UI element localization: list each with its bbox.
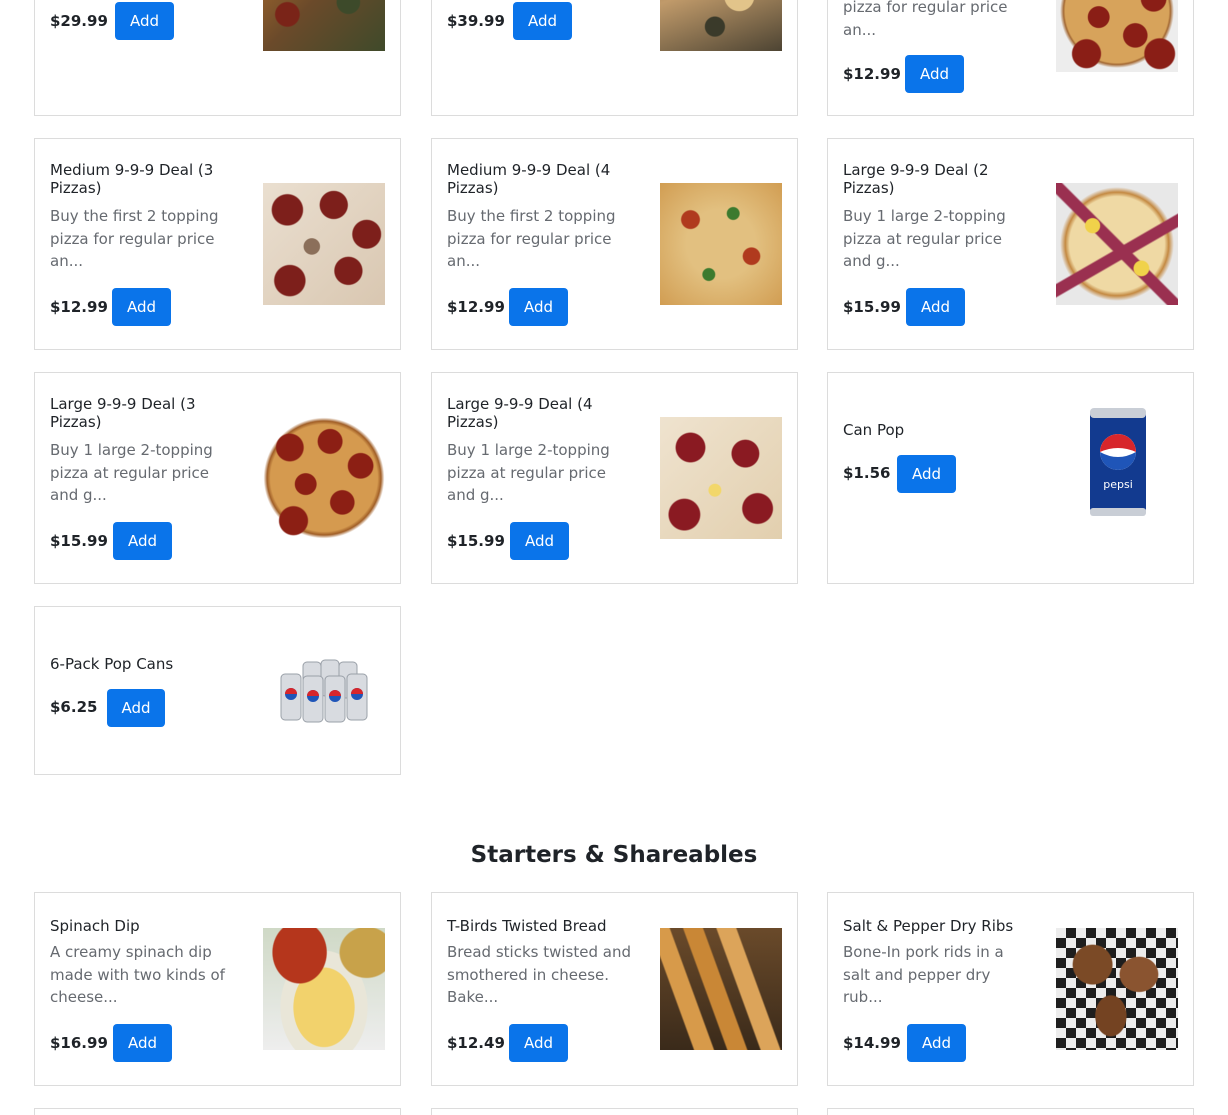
menu-item-card[interactable]: Spinach Dip A creamy spinach dip made wi… — [34, 892, 401, 1086]
add-button[interactable]: Add — [115, 2, 174, 40]
add-button[interactable]: Add — [509, 1024, 568, 1062]
item-name[interactable]: T-Birds Twisted Bread — [447, 917, 637, 935]
pizza-image[interactable] — [660, 0, 782, 51]
item-price: $16.99 — [50, 1034, 108, 1052]
menu-item-card[interactable]: Large 9-9-9 Deal (3 Pizzas) Buy 1 large … — [34, 372, 401, 584]
item-description: Buy 1 large 2-topping pizza at regular p… — [843, 207, 1006, 270]
item-description: Buy 1 large 2-topping pizza at regular p… — [447, 441, 610, 504]
item-description: pizza for regular price an... — [843, 0, 1008, 39]
item-description: Bread sticks twisted and smothered in ch… — [447, 943, 631, 1006]
item-name[interactable]: Medium 9-9-9 Deal (3 Pizzas) — [50, 161, 236, 197]
pepsi-six-pack-image[interactable] — [263, 634, 385, 756]
item-price: $12.99 — [843, 65, 901, 83]
item-name[interactable]: 6-Pack Pop Cans — [50, 655, 236, 673]
section-title: Starters & Shareables — [470, 842, 758, 868]
pepsi-can-image[interactable]: pepsi — [1056, 400, 1178, 522]
item-price: $39.99 — [447, 12, 505, 30]
add-button[interactable]: Add — [906, 288, 965, 326]
item-price: $15.99 — [50, 532, 108, 550]
item-description: Buy the first 2 topping pizza for regula… — [50, 207, 219, 270]
pizza-image[interactable] — [263, 417, 385, 539]
menu-item-card[interactable]: pizza for regular price an... $12.99 Add — [827, 0, 1194, 116]
item-price: $15.99 — [447, 532, 505, 550]
menu-item-card[interactable]: Salt & Pepper Dry Ribs Bone-In pork rids… — [827, 892, 1194, 1086]
item-description: Bone-In pork rids in a salt and pepper d… — [843, 943, 1004, 1006]
add-button[interactable]: Add — [897, 455, 956, 493]
menu-item-card[interactable]: $29.99 Add — [34, 0, 401, 116]
add-button[interactable]: Add — [509, 288, 568, 326]
pizza-image[interactable] — [660, 183, 782, 305]
pizza-image[interactable] — [263, 183, 385, 305]
menu-item-card[interactable]: Medium 9-9-9 Deal (4 Pizzas) Buy the fir… — [431, 138, 798, 350]
pepsi-logo-text: pepsi — [1103, 478, 1133, 491]
menu-item-card[interactable]: $39.99 Add — [431, 0, 798, 116]
add-button[interactable]: Add — [113, 1024, 172, 1062]
item-price: $15.99 — [843, 298, 901, 316]
add-button[interactable]: Add — [510, 522, 569, 560]
item-description: A creamy spinach dip made with two kinds… — [50, 943, 225, 1006]
item-name[interactable]: Large 9-9-9 Deal (2 Pizzas) — [843, 161, 1029, 197]
menu-item-card[interactable]: Medium 9-9-9 Deal (3 Pizzas) Buy the fir… — [34, 138, 401, 350]
item-name[interactable]: Salt & Pepper Dry Ribs — [843, 917, 1043, 935]
item-price: $12.99 — [50, 298, 108, 316]
spinach-dip-image[interactable] — [263, 928, 385, 1050]
item-name[interactable]: Medium 9-9-9 Deal (4 Pizzas) — [447, 161, 633, 197]
menu-item-card[interactable] — [827, 1108, 1194, 1115]
add-button[interactable]: Add — [113, 522, 172, 560]
item-name[interactable]: Large 9-9-9 Deal (3 Pizzas) — [50, 395, 236, 431]
add-button[interactable]: Add — [112, 288, 171, 326]
menu-item-card[interactable] — [34, 1108, 401, 1115]
menu-item-card[interactable]: Large 9-9-9 Deal (4 Pizzas) Buy 1 large … — [431, 372, 798, 584]
pepperoni-pizza-image[interactable] — [1056, 0, 1178, 72]
menu-item-card[interactable]: 6-Pack Pop Cans $6.25 Add — [34, 606, 401, 775]
add-button[interactable]: Add — [905, 55, 964, 93]
twisted-bread-image[interactable] — [660, 928, 782, 1050]
menu-item-card[interactable]: T-Birds Twisted Bread Bread sticks twist… — [431, 892, 798, 1086]
item-price: $14.99 — [843, 1034, 901, 1052]
item-price: $12.49 — [447, 1034, 505, 1052]
add-button[interactable]: Add — [107, 689, 165, 727]
item-name[interactable]: Spinach Dip — [50, 917, 236, 935]
add-button[interactable]: Add — [513, 2, 572, 40]
menu-item-card[interactable]: Can Pop $1.56 Add pepsi — [827, 372, 1194, 584]
pizza-image[interactable] — [1056, 183, 1178, 305]
pizza-image[interactable] — [660, 417, 782, 539]
item-price: $29.99 — [50, 12, 108, 30]
item-price: $1.56 — [843, 464, 891, 482]
item-price: $6.25 — [50, 698, 98, 716]
item-price: $12.99 — [447, 298, 505, 316]
menu-item-card[interactable] — [431, 1108, 798, 1115]
item-name[interactable]: Can Pop — [843, 421, 1029, 439]
pepsi-can-icon: pepsi — [1090, 408, 1146, 516]
add-button[interactable]: Add — [907, 1024, 966, 1062]
item-description: Buy the first 2 topping pizza for regula… — [447, 207, 616, 270]
item-description: Buy 1 large 2-topping pizza at regular p… — [50, 441, 213, 504]
item-name[interactable]: Large 9-9-9 Deal (4 Pizzas) — [447, 395, 633, 431]
menu-item-card[interactable]: Large 9-9-9 Deal (2 Pizzas) Buy 1 large … — [827, 138, 1194, 350]
six-pack-icon — [280, 659, 368, 723]
pizza-image[interactable] — [263, 0, 385, 51]
dry-ribs-image[interactable] — [1056, 928, 1178, 1050]
